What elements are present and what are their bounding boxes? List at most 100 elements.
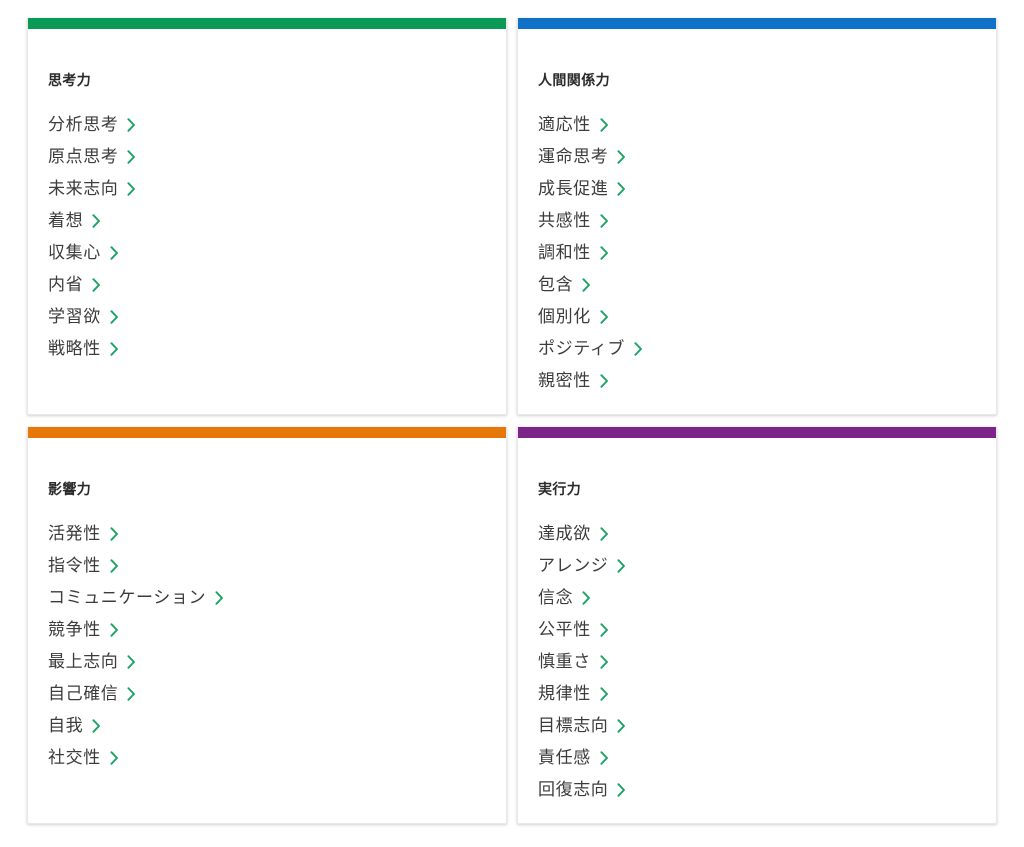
strength-link[interactable]: 適応性 — [538, 109, 976, 141]
strength-label: 公平性 — [538, 620, 591, 639]
strength-list: 達成欲アレンジ信念公平性慎重さ 規律性 目標志向責任感回復志向 — [538, 518, 976, 806]
strength-link[interactable]: 責任感 — [538, 742, 976, 774]
strength-label: 親密性 — [538, 371, 591, 390]
chevron-right-icon — [600, 118, 609, 132]
strength-link[interactable]: 原点思考 — [48, 141, 486, 173]
strength-link[interactable]: 社交性 — [48, 742, 486, 774]
list-item: 調和性 — [538, 237, 976, 269]
list-item: 着想 — [48, 205, 486, 237]
strength-label: 包含 — [538, 275, 574, 294]
strength-label: 調和性 — [538, 243, 591, 262]
strength-link[interactable]: 親密性 — [538, 365, 976, 397]
list-item: 競争性 — [48, 614, 486, 646]
strength-link[interactable]: 目標志向 — [538, 710, 976, 742]
chevron-right-icon — [110, 751, 119, 765]
strength-link[interactable]: 個別化 — [538, 301, 976, 333]
strength-link[interactable]: 自己確信 — [48, 678, 486, 710]
strength-label: 信念 — [538, 588, 574, 607]
chevron-right-icon — [600, 623, 609, 637]
chevron-right-icon — [617, 150, 626, 164]
strength-link[interactable]: 未来志向 — [48, 173, 486, 205]
strength-link[interactable]: 学習欲 — [48, 301, 486, 333]
strength-label: 分析思考 — [48, 115, 119, 134]
strength-link[interactable]: 公平性 — [538, 614, 976, 646]
strength-link[interactable]: 収集心 — [48, 237, 486, 269]
list-item: 社交性 — [48, 742, 486, 774]
chevron-right-icon — [617, 719, 626, 733]
strength-link[interactable]: 運命思考 — [538, 141, 976, 173]
chevron-right-icon — [600, 751, 609, 765]
list-item: 回復志向 — [538, 774, 976, 806]
strength-label: 内省 — [48, 275, 84, 294]
chevron-right-icon — [92, 214, 101, 228]
list-item: 戦略性 — [48, 333, 486, 365]
strength-link[interactable]: 指令性 — [48, 550, 486, 582]
category-title: 影響力 — [48, 481, 92, 497]
category-card-body: 影響力活発性 指令性コミュニケーション競争性最上志向自己確信自我社交性 — [28, 438, 506, 823]
chevron-right-icon — [617, 559, 626, 573]
strength-link[interactable]: 活発性 — [48, 518, 486, 550]
strength-label: 収集心 — [48, 243, 101, 262]
strength-link[interactable]: 調和性 — [538, 237, 976, 269]
strength-link[interactable]: 回復志向 — [538, 774, 976, 806]
strength-link[interactable]: 自我 — [48, 710, 486, 742]
strength-label: 個別化 — [538, 307, 591, 326]
strength-label: 着想 — [48, 211, 84, 230]
list-item: 公平性 — [538, 614, 976, 646]
chevron-right-icon — [110, 342, 119, 356]
strength-link[interactable]: 共感性 — [538, 205, 976, 237]
list-item: 学習欲 — [48, 301, 486, 333]
category-title: 実行力 — [538, 481, 582, 497]
strength-label: 自己確信 — [48, 684, 119, 703]
strength-link[interactable]: アレンジ — [538, 550, 976, 582]
list-item: 共感性 — [538, 205, 976, 237]
strength-link[interactable]: 成長促進 — [538, 173, 976, 205]
strength-link[interactable]: 戦略性 — [48, 333, 486, 365]
strength-label: アレンジ — [538, 556, 609, 575]
category-card-thinking: 思考力 分析思考 原点思考 未来志向 着想 収集心 内省 学習欲 戦略性 — [27, 18, 507, 415]
strength-label: 未来志向 — [48, 179, 119, 198]
strength-list: 活発性 指令性コミュニケーション競争性最上志向自己確信自我社交性 — [48, 518, 486, 774]
strength-link[interactable]: 包含 — [538, 269, 976, 301]
strength-link[interactable]: コミュニケーション — [48, 582, 486, 614]
strength-label: 原点思考 — [48, 147, 119, 166]
strength-label: 成長促進 — [538, 179, 609, 198]
list-item: 責任感 — [538, 742, 976, 774]
strength-link[interactable]: 分析思考 — [48, 109, 486, 141]
chevron-right-icon — [110, 310, 119, 324]
strength-label: コミュニケーション — [48, 588, 207, 607]
chevron-right-icon — [92, 719, 101, 733]
strength-label: 最上志向 — [48, 652, 119, 671]
strength-link[interactable]: 内省 — [48, 269, 486, 301]
strength-label: 責任感 — [538, 748, 591, 767]
strength-link[interactable]: 着想 — [48, 205, 486, 237]
category-title: 人間関係力 — [538, 72, 610, 88]
strength-link[interactable]: 達成欲 — [538, 518, 976, 550]
list-item: アレンジ — [538, 550, 976, 582]
strength-link[interactable]: 規律性 — [538, 678, 976, 710]
strength-label: 学習欲 — [48, 307, 101, 326]
strength-list: 適応性運命思考成長促進共感性調和性包含個別化ポジティブ親密性 — [538, 109, 976, 397]
strength-link[interactable]: 信念 — [538, 582, 976, 614]
category-accent-bar — [518, 18, 996, 29]
strength-label: 適応性 — [538, 115, 591, 134]
strength-link[interactable]: ポジティブ — [538, 333, 976, 365]
strength-link[interactable]: 競争性 — [48, 614, 486, 646]
chevron-right-icon — [582, 591, 591, 605]
list-item: 指令性 — [48, 550, 486, 582]
category-card-body: 人間関係力適応性運命思考成長促進共感性調和性包含個別化ポジティブ親密性 — [518, 29, 996, 414]
list-item: 適応性 — [538, 109, 976, 141]
category-card-relationship: 人間関係力適応性運命思考成長促進共感性調和性包含個別化ポジティブ親密性 — [517, 18, 997, 415]
chevron-right-icon — [110, 559, 119, 573]
list-item: 未来志向 — [48, 173, 486, 205]
list-item: 成長促進 — [538, 173, 976, 205]
strength-link[interactable]: 最上志向 — [48, 646, 486, 678]
strength-label: 社交性 — [48, 748, 101, 767]
list-item: 信念 — [538, 582, 976, 614]
strength-label: 運命思考 — [538, 147, 609, 166]
category-accent-bar — [28, 427, 506, 438]
list-item: 自己確信 — [48, 678, 486, 710]
chevron-right-icon — [215, 591, 224, 605]
strength-label: 達成欲 — [538, 524, 591, 543]
strength-link[interactable]: 慎重さ — [538, 646, 976, 678]
